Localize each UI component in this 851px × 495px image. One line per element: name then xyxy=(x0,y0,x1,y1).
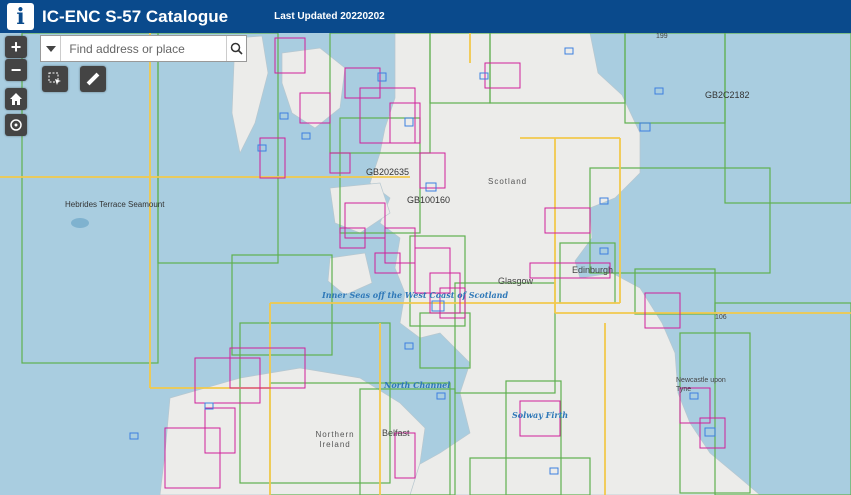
app-header: i IC-ENC S-57 Catalogue Last Updated 202… xyxy=(0,0,851,33)
caret-down-icon xyxy=(45,45,56,52)
scotland-label: Scotland xyxy=(488,177,528,186)
search-button[interactable] xyxy=(226,36,246,61)
glasgow-label: Glasgow xyxy=(498,276,534,286)
north-channel-label: North Channel xyxy=(384,380,451,390)
select-tool-button[interactable] xyxy=(42,66,68,92)
seamount-label: Hebrides Terrace Seamount xyxy=(65,200,165,209)
search-source-dropdown[interactable] xyxy=(41,36,62,61)
ruler-icon xyxy=(86,72,100,86)
search-input[interactable] xyxy=(61,36,227,61)
solway-firth-label: Solway Firth xyxy=(512,410,569,420)
select-icon xyxy=(48,72,61,85)
search-widget xyxy=(40,35,247,62)
belfast-label: Belfast xyxy=(382,428,410,438)
locate-icon xyxy=(10,119,22,131)
zoom-in-button[interactable]: + xyxy=(5,36,27,58)
chart-edge-label: 199 xyxy=(656,33,668,40)
info-icon[interactable]: i xyxy=(7,3,34,30)
northern-ireland-label: Northern Ireland xyxy=(315,430,355,449)
last-updated: Last Updated 20220202 xyxy=(274,11,385,22)
chart-id-label: GB202635 xyxy=(366,167,410,177)
edinburgh-label: Edinburgh xyxy=(572,265,614,275)
chart-edge-label: 106 xyxy=(715,314,727,321)
measure-tool-button[interactable] xyxy=(80,66,106,92)
newcastle-label: Newcastle upon Tyne xyxy=(676,377,726,393)
seamount-marker xyxy=(71,218,89,228)
map-canvas[interactable] xyxy=(0,33,851,495)
map-view[interactable]: Hebrides Terrace Seamount Inner Seas off… xyxy=(0,33,851,495)
home-icon xyxy=(10,93,22,105)
chart-id-label: GB2C2182 xyxy=(705,90,750,100)
home-button[interactable] xyxy=(5,88,27,110)
chart-id-label: GB100160 xyxy=(407,195,451,205)
search-icon xyxy=(230,42,243,55)
zoom-out-button[interactable]: − xyxy=(5,59,27,81)
locate-button[interactable] xyxy=(5,114,27,136)
app-title: IC-ENC S-57 Catalogue xyxy=(42,6,229,26)
inner-seas-label: Inner Seas off the West Coast of Scotlan… xyxy=(322,290,508,300)
